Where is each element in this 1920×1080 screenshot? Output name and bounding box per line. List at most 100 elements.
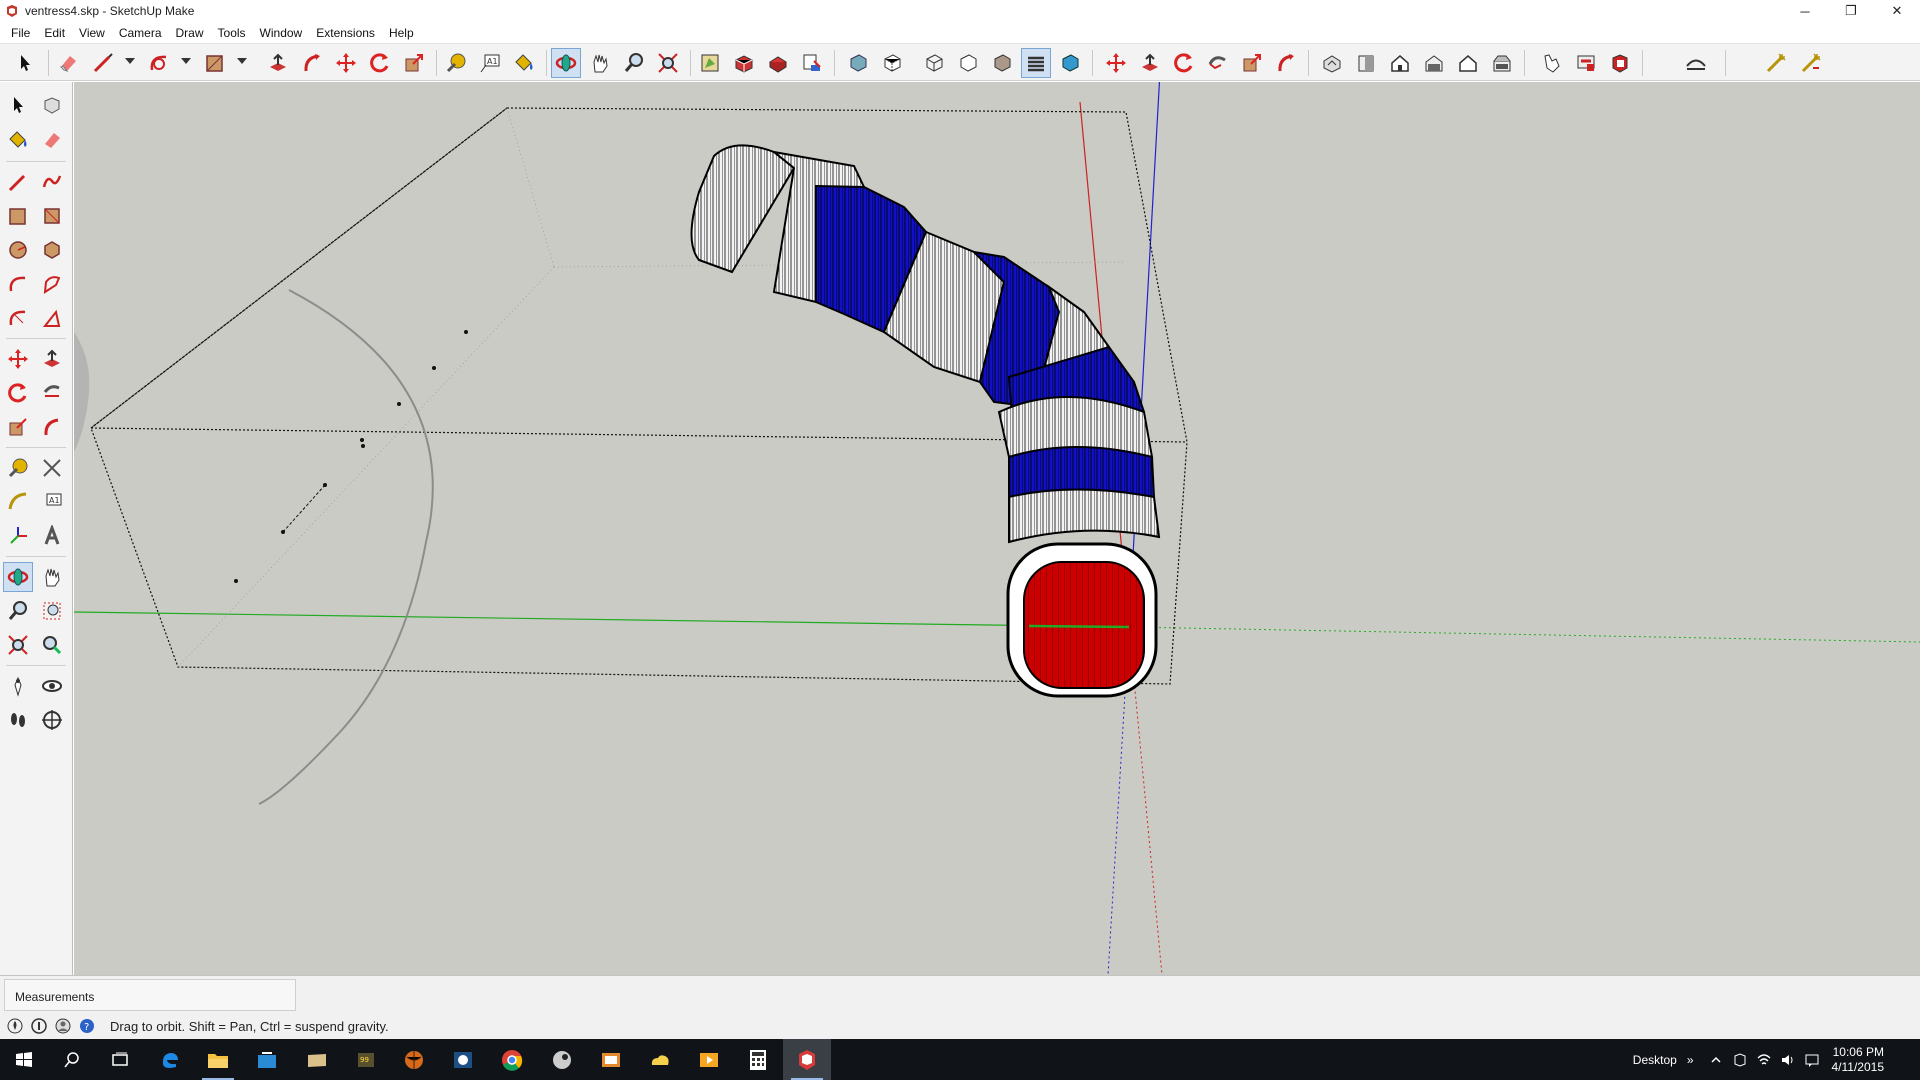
display-section-planes-icon[interactable] xyxy=(1135,48,1165,78)
eraser-tool-icon[interactable] xyxy=(37,125,67,155)
restore-button[interactable]: ❐ xyxy=(1828,0,1874,22)
paint-bucket-tool-icon[interactable] xyxy=(3,125,33,155)
camera-position-icon[interactable] xyxy=(1761,48,1791,78)
line-tool-icon[interactable] xyxy=(3,167,33,197)
volume-icon[interactable] xyxy=(1779,1051,1797,1069)
walk-icon[interactable] xyxy=(1796,48,1826,78)
task-view-icon[interactable] xyxy=(96,1039,144,1080)
steam-icon[interactable] xyxy=(538,1039,586,1080)
chrome-icon[interactable] xyxy=(488,1039,536,1080)
rectangle-tool-icon[interactable] xyxy=(3,201,33,231)
section-plane-icon[interactable] xyxy=(1101,48,1131,78)
credits-icon[interactable] xyxy=(30,1017,48,1035)
text-icon[interactable]: A1 xyxy=(475,48,505,78)
notepad-icon[interactable]: 99 xyxy=(342,1039,390,1080)
pan-tool-icon[interactable] xyxy=(37,562,67,592)
photos-icon[interactable] xyxy=(587,1039,635,1080)
follow-me-tool-icon[interactable] xyxy=(37,378,67,408)
tube-model[interactable] xyxy=(690,144,1161,698)
layout-icon[interactable] xyxy=(797,48,827,78)
wireframe-style-icon[interactable] xyxy=(919,48,949,78)
calculator-icon[interactable] xyxy=(734,1039,782,1080)
arc-icon[interactable] xyxy=(144,48,174,78)
zoom-tool-icon[interactable] xyxy=(3,596,33,626)
menu-edit[interactable]: Edit xyxy=(37,26,72,40)
pan-icon[interactable] xyxy=(585,48,615,78)
rectangle-icon[interactable] xyxy=(200,48,230,78)
menu-file[interactable]: File xyxy=(4,26,37,40)
dimension-tool-icon[interactable] xyxy=(37,453,67,483)
menu-tools[interactable]: Tools xyxy=(211,26,253,40)
interact-icon[interactable] xyxy=(1571,48,1601,78)
zoom-icon[interactable] xyxy=(619,48,649,78)
top-view-icon[interactable] xyxy=(1351,48,1381,78)
geo-location-icon[interactable] xyxy=(6,1017,24,1035)
xray-style-icon[interactable] xyxy=(843,48,873,78)
menu-extensions[interactable]: Extensions xyxy=(309,26,382,40)
orbit-icon[interactable] xyxy=(551,48,581,78)
menu-window[interactable]: Window xyxy=(253,26,310,40)
front-view-icon[interactable] xyxy=(1385,48,1415,78)
position-camera-tool-icon[interactable] xyxy=(3,671,33,701)
scale-icon[interactable] xyxy=(399,48,429,78)
search-icon[interactable] xyxy=(48,1039,96,1080)
left-view-icon[interactable] xyxy=(1487,48,1517,78)
polygon-tool-icon[interactable] xyxy=(37,235,67,265)
zoom-window-tool-icon[interactable] xyxy=(37,596,67,626)
line-icon[interactable] xyxy=(88,48,118,78)
look-around-tool-icon[interactable] xyxy=(37,671,67,701)
onedrive-icon[interactable] xyxy=(636,1039,684,1080)
rectangle-dropdown-icon[interactable] xyxy=(237,58,247,64)
walk-tool-icon[interactable] xyxy=(3,705,33,735)
sandbox-icon[interactable] xyxy=(1203,48,1233,78)
select-icon[interactable] xyxy=(10,48,40,78)
menu-view[interactable]: View xyxy=(72,26,112,40)
make-component-icon[interactable] xyxy=(37,90,67,120)
measurements-box[interactable]: Measurements xyxy=(4,979,296,1011)
file-explorer-icon[interactable] xyxy=(194,1039,242,1080)
orbit-tool-icon[interactable] xyxy=(3,562,33,592)
move-icon[interactable] xyxy=(331,48,361,78)
paint-bucket-icon[interactable] xyxy=(509,48,539,78)
monochrome-style-icon[interactable] xyxy=(1055,48,1085,78)
share-model-icon[interactable] xyxy=(729,48,759,78)
zoom-extents-tool-icon[interactable] xyxy=(3,630,33,660)
store-icon[interactable] xyxy=(243,1039,291,1080)
menu-camera[interactable]: Camera xyxy=(112,26,169,40)
advanced-camera-icon[interactable] xyxy=(1271,48,1301,78)
desktop-toolbar-label[interactable]: Desktop xyxy=(1633,1053,1677,1067)
back-edges-style-icon[interactable] xyxy=(877,48,907,78)
sketchup-icon[interactable] xyxy=(783,1039,831,1080)
close-button[interactable]: ✕ xyxy=(1874,0,1920,22)
right-view-icon[interactable] xyxy=(1419,48,1449,78)
eraser-icon[interactable] xyxy=(53,48,83,78)
edge-icon[interactable] xyxy=(146,1039,194,1080)
video-icon[interactable] xyxy=(685,1039,733,1080)
iso-view-icon[interactable] xyxy=(1317,48,1347,78)
push-pull-tool-icon[interactable] xyxy=(37,344,67,374)
dynamic-components-icon[interactable] xyxy=(1537,48,1567,78)
arc-dropdown-icon[interactable] xyxy=(181,58,191,64)
push-pull-icon[interactable] xyxy=(263,48,293,78)
two-point-arc-tool-icon[interactable] xyxy=(37,269,67,299)
move-tool-icon[interactable] xyxy=(3,344,33,374)
help-icon[interactable]: ? xyxy=(78,1017,96,1035)
wifi-icon[interactable] xyxy=(1755,1051,1773,1069)
tray-app-icon[interactable] xyxy=(1731,1051,1749,1069)
3d-text-tool-icon[interactable] xyxy=(37,521,67,551)
component-options-icon[interactable] xyxy=(1605,48,1635,78)
game-icon[interactable] xyxy=(390,1039,438,1080)
select-tool-icon[interactable] xyxy=(3,90,33,120)
model-canvas[interactable] xyxy=(74,82,1920,975)
extension-warehouse-icon[interactable] xyxy=(763,48,793,78)
minimize-button[interactable]: ─ xyxy=(1782,0,1828,22)
measure-toggle-icon[interactable] xyxy=(1681,48,1711,78)
freehand-tool-icon[interactable] xyxy=(37,167,67,197)
menu-draw[interactable]: Draw xyxy=(169,26,211,40)
arc-tool-icon[interactable] xyxy=(3,269,33,299)
circle-tool-icon[interactable] xyxy=(3,235,33,265)
pie-tool-icon[interactable] xyxy=(37,303,67,333)
zoom-extents-icon[interactable] xyxy=(653,48,683,78)
offset-tool-icon[interactable] xyxy=(37,412,67,442)
section-plane-tool-icon[interactable] xyxy=(37,705,67,735)
